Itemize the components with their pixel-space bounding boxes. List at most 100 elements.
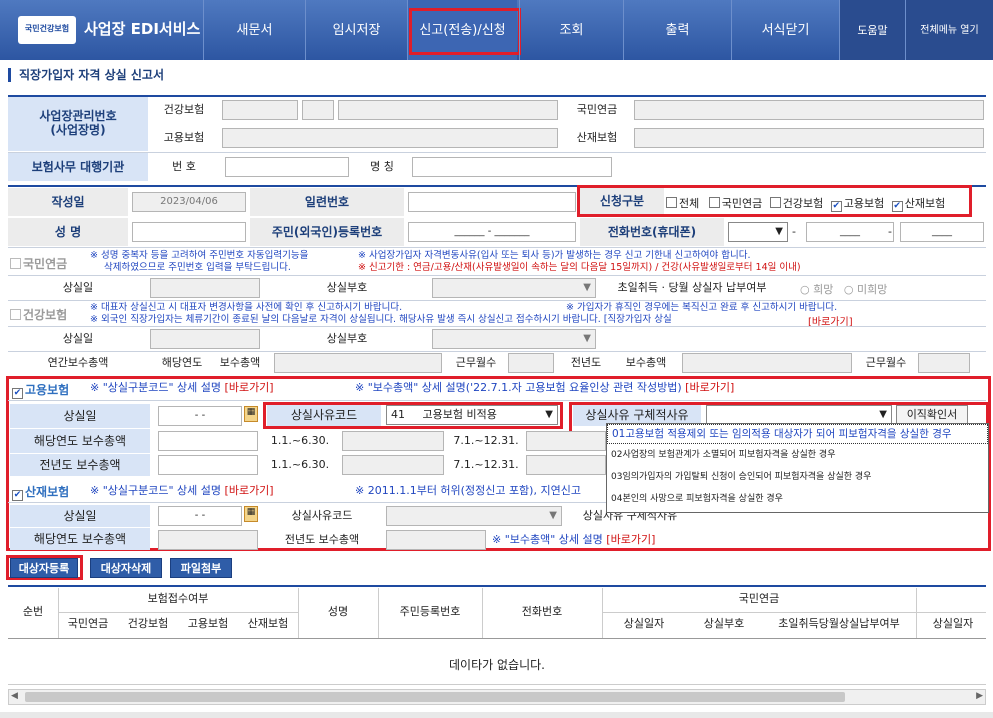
industrial-type-label: 산재보험 <box>904 197 946 210</box>
prev-period2-input[interactable] <box>526 455 606 475</box>
want-radio[interactable]: ○ <box>800 283 813 296</box>
health-id-part1[interactable] <box>222 100 298 120</box>
serial-input[interactable] <box>408 192 576 212</box>
rrn-input[interactable]: ______ - _______ <box>408 222 576 242</box>
employment-code-link[interactable]: [바로가기] <box>225 381 274 394</box>
pension-loss-code-select[interactable]: ▼ <box>432 278 596 298</box>
attach-file-button[interactable]: 파일첨부 <box>170 558 232 578</box>
industrial-code-link[interactable]: [바로가기] <box>225 484 274 497</box>
delete-target-button[interactable]: 대상자삭제 <box>90 558 162 578</box>
prev-work-months-input[interactable] <box>918 353 970 373</box>
pension-section-checkbox[interactable] <box>10 258 21 269</box>
divider <box>378 588 379 638</box>
health-checkbox[interactable] <box>769 197 781 208</box>
chevron-down-icon: ▼ <box>583 282 591 293</box>
not-want-radio[interactable]: ○ <box>844 283 857 296</box>
industrial-checkbox[interactable]: ✔ <box>891 201 903 212</box>
scroll-right-icon[interactable]: ▶ <box>976 691 983 701</box>
created-date-input[interactable]: 2023/04/06 <box>132 192 246 212</box>
health-employer-name[interactable] <box>338 100 558 120</box>
industrial-cur-pay-input[interactable] <box>158 530 258 550</box>
nav-print[interactable]: 출력 <box>623 0 731 60</box>
employment-reason-code-select[interactable]: 41 고용보험 비적용 ▼ <box>386 405 558 425</box>
name-input[interactable] <box>132 222 246 242</box>
employment-label: 고용보험 <box>163 131 205 144</box>
scrollbar-thumb[interactable] <box>25 692 845 702</box>
employment-employer-id[interactable] <box>222 128 558 148</box>
col-loss-date-2: 상실일자 <box>932 617 974 630</box>
col-rrn: 주민등록번호 <box>399 605 461 618</box>
divider <box>8 684 986 685</box>
industrial-reason-code-label: 상실사유코드 <box>291 509 353 522</box>
divider <box>8 300 986 301</box>
agent-number-input[interactable] <box>225 157 349 177</box>
nav-help[interactable]: 도움말 <box>839 0 905 60</box>
divider <box>8 247 986 248</box>
employment-prev-pay-label: 전년도 보수총액 <box>10 454 150 476</box>
employment-loss-date-input[interactable]: - - <box>158 406 242 426</box>
employment-detail-reason-select[interactable]: ▼ <box>706 405 892 425</box>
dropdown-option[interactable]: 02사업장의 보험관계가 소멸되어 피보험자격을 상실한 경우 <box>607 444 988 466</box>
nav-new-document[interactable]: 새문서 <box>203 0 305 60</box>
industrial-loss-date-input[interactable]: - - <box>158 506 242 526</box>
health-id-part2[interactable] <box>302 100 334 120</box>
nav-all-menu[interactable]: 전체메뉴 열기 <box>905 0 993 60</box>
calendar-icon[interactable]: ▦ <box>244 506 258 522</box>
industrial-prev-pay-input[interactable] <box>386 530 486 550</box>
health-cur-pay-input[interactable] <box>274 353 442 373</box>
industrial-pay-link[interactable]: [바로가기] <box>606 533 655 546</box>
code-number: 41 <box>391 408 405 421</box>
phone-last-input[interactable]: ____ <box>900 222 984 242</box>
employment-section-checkbox[interactable]: ✔ <box>12 388 23 399</box>
dropdown-option[interactable]: 04본인의 사망으로 피보험자격을 상실한 경우 <box>607 488 988 510</box>
nav-temp-save[interactable]: 임시저장 <box>305 0 407 60</box>
period2-label: 7.1.~12.31. <box>453 434 519 447</box>
nav-close-form[interactable]: 서식닫기 <box>731 0 839 60</box>
phone-middle-input[interactable]: ____ <box>806 222 894 242</box>
industrial-prev-pay-label: 전년도 보수총액 <box>284 533 360 546</box>
industrial-employer-id[interactable] <box>634 128 984 148</box>
employer-id-label: 사업장관리번호 (사업장명) <box>8 97 148 151</box>
employment-prev-pay-input[interactable] <box>158 455 258 475</box>
col-pension: 국민연금 <box>67 617 109 630</box>
health-section: 건강보험 <box>10 306 67 323</box>
horizontal-scrollbar[interactable]: ◀ ▶ <box>8 689 986 705</box>
prev-period1-input[interactable] <box>342 455 444 475</box>
divider <box>602 612 986 613</box>
pension-employer-id[interactable] <box>634 100 984 120</box>
divider <box>8 95 986 97</box>
scroll-left-icon[interactable]: ◀ <box>11 691 18 701</box>
agent-name-input[interactable] <box>412 157 612 177</box>
col-insurance-status: 보험접수여부 <box>147 592 209 605</box>
industrial-section-checkbox[interactable]: ✔ <box>12 490 23 501</box>
pension-loss-date-input[interactable] <box>150 278 260 298</box>
period1-input[interactable] <box>342 431 444 451</box>
work-months-input[interactable] <box>508 353 554 373</box>
transfer-confirm-button[interactable]: 이직확인서 <box>896 405 968 425</box>
pension-checkbox[interactable] <box>708 197 720 208</box>
employment-pay-link[interactable]: [바로가기] <box>685 381 734 394</box>
all-checkbox[interactable] <box>666 197 677 208</box>
pension-type-label: 국민연금 <box>721 197 763 210</box>
calendar-icon[interactable]: ▦ <box>244 406 258 422</box>
health-prev-pay-input[interactable] <box>682 353 852 373</box>
industrial-reason-code-select[interactable]: ▼ <box>386 506 562 526</box>
register-target-button[interactable]: 대상자등록 <box>10 558 78 578</box>
dropdown-option[interactable]: 03임의가입자의 가입탈퇴 신청이 승인되어 피보험자격을 상실한 경우 <box>607 466 988 488</box>
phone-prefix-select[interactable]: ▼ <box>728 222 788 242</box>
nav-inquiry[interactable]: 조회 <box>519 0 623 60</box>
health-loss-date-input[interactable] <box>150 329 260 349</box>
health-loss-code-select[interactable]: ▼ <box>432 329 596 349</box>
dropdown-option[interactable]: 01고용보험 적용제외 또는 임의적용 대상자가 되어 피보험자격을 상실한 경… <box>607 424 988 444</box>
pension-loss-date-label: 상실일 <box>62 281 94 294</box>
health-section-checkbox[interactable] <box>10 309 21 320</box>
divider <box>58 612 298 613</box>
employment-checkbox[interactable]: ✔ <box>830 201 842 212</box>
period2-input[interactable] <box>526 431 606 451</box>
app-logo[interactable]: 국민건강보험 사업장 EDI서비스 <box>8 14 218 46</box>
first-pay-radios: ○ 희망 ○ 미희망 <box>800 281 887 297</box>
health-section-title: 건강보험 <box>23 308 68 322</box>
name-label: 성 명 <box>8 218 128 246</box>
code-name: 고용보험 비적용 <box>422 408 497 421</box>
employment-cur-pay-input[interactable] <box>158 431 258 451</box>
